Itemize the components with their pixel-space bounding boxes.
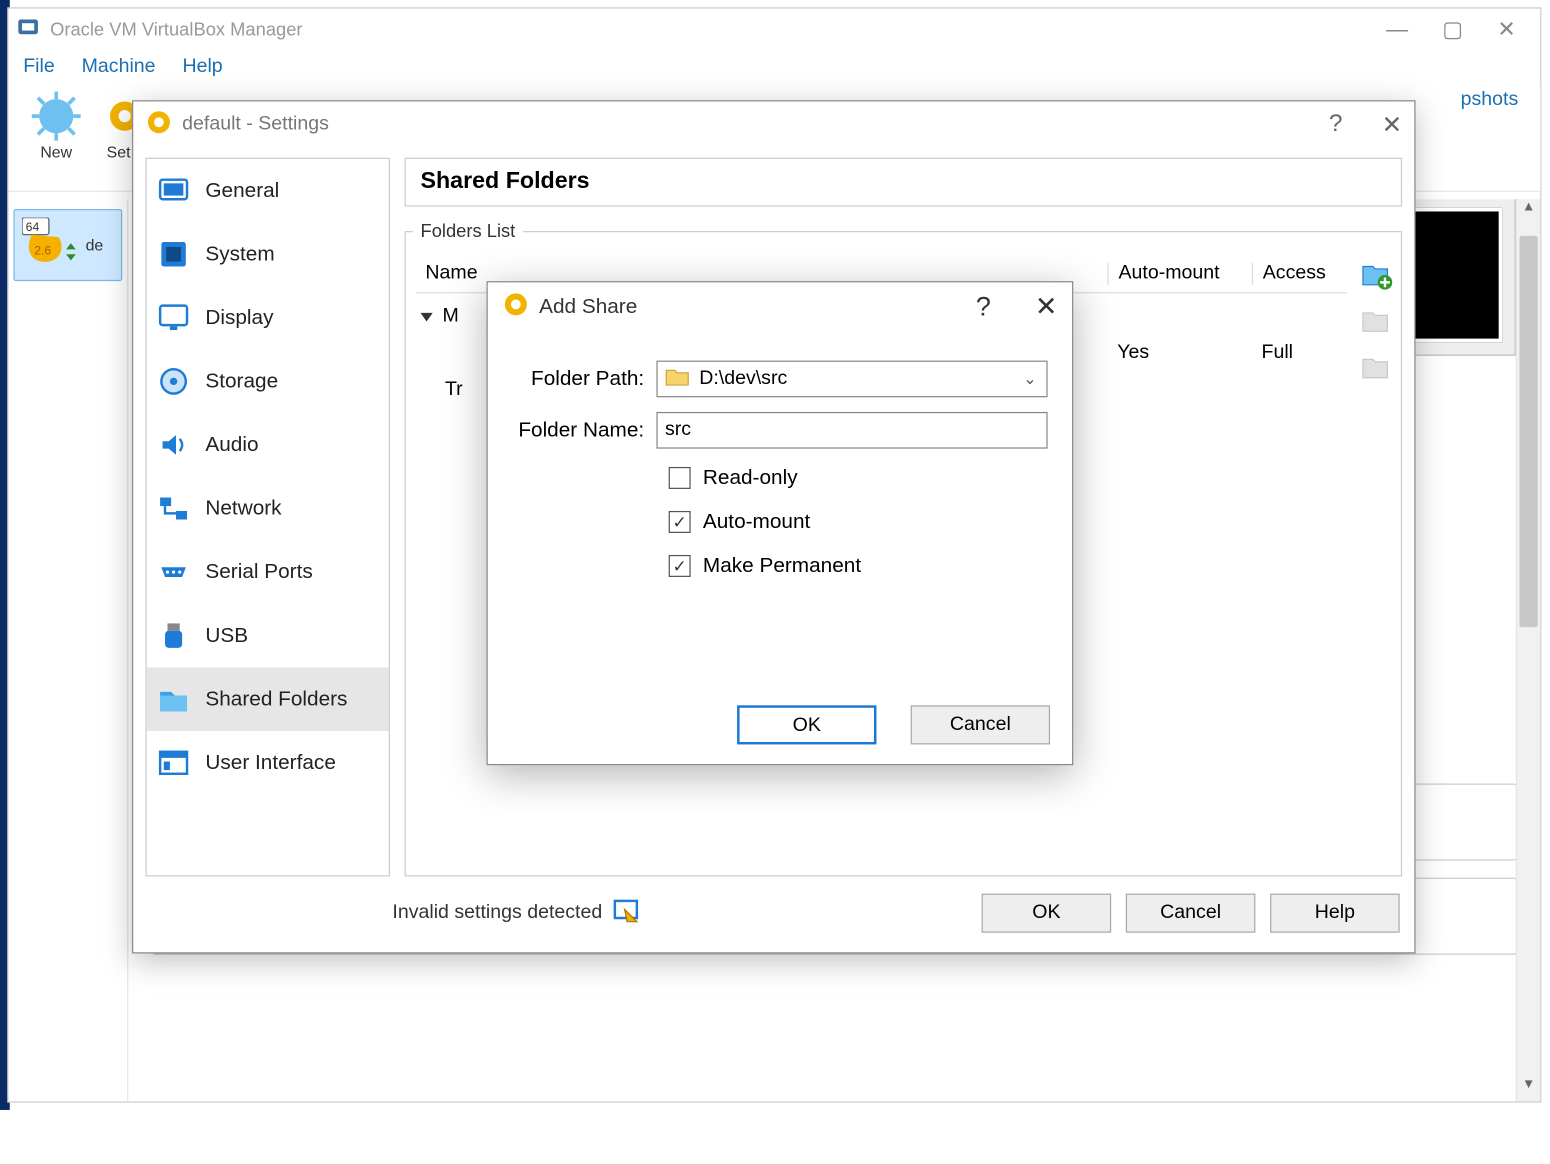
automount-label: Auto-mount bbox=[703, 510, 810, 534]
gear-icon bbox=[502, 290, 529, 323]
readonly-label: Read-only bbox=[703, 466, 798, 490]
automount-checkbox[interactable]: ✓ bbox=[669, 511, 691, 533]
warning-icon bbox=[612, 897, 639, 930]
col-automount[interactable]: Auto-mount bbox=[1107, 262, 1251, 284]
gear-icon bbox=[145, 108, 172, 141]
scrollbar[interactable]: ▲ ▼ bbox=[1516, 199, 1540, 1101]
sidebar-label-system: System bbox=[205, 242, 274, 266]
add-share-titlebar[interactable]: Add Share ? ✕ bbox=[488, 282, 1072, 331]
close-icon[interactable]: ✕ bbox=[1497, 17, 1515, 43]
app-icon bbox=[16, 15, 40, 44]
remove-share-button[interactable] bbox=[1359, 350, 1393, 384]
vm-os-icon: 64 2.6 bbox=[22, 218, 78, 273]
folder-path-label: Folder Path: bbox=[512, 367, 656, 391]
add-share-title: Add Share bbox=[539, 295, 976, 319]
sidebar-item-usb[interactable]: USB bbox=[147, 604, 389, 668]
sidebar-label-network: Network bbox=[205, 496, 281, 520]
vm-list: 64 2.6 de bbox=[9, 199, 129, 1101]
toolbar-snapshots-label: pshots bbox=[1461, 89, 1519, 111]
warning-text: Invalid settings detected bbox=[392, 902, 602, 924]
folder-name-input[interactable] bbox=[656, 412, 1047, 449]
vm-name-label: de bbox=[86, 236, 104, 254]
menu-file[interactable]: File bbox=[23, 56, 55, 78]
settings-footer: Invalid settings detected OK Cancel Help bbox=[148, 886, 1400, 940]
settings-titlebar[interactable]: default - Settings ? ✕ bbox=[133, 101, 1414, 147]
sidebar-item-serial[interactable]: Serial Ports bbox=[147, 540, 389, 604]
sidebar-item-network[interactable]: Network bbox=[147, 477, 389, 541]
sidebar-item-display[interactable]: Display bbox=[147, 286, 389, 350]
sidebar-label-audio: Audio bbox=[205, 433, 258, 457]
row-automount: Yes bbox=[1107, 342, 1251, 364]
folder-icon bbox=[665, 366, 689, 392]
toolbar-settings-label: Set bbox=[107, 143, 131, 161]
folders-list-legend: Folders List bbox=[413, 221, 522, 242]
scrollbar-thumb[interactable] bbox=[1519, 236, 1537, 627]
group-transient-label: Tr bbox=[445, 379, 463, 401]
readonly-checkbox[interactable] bbox=[669, 467, 691, 489]
readonly-row[interactable]: Read-only bbox=[512, 456, 1047, 500]
sidebar-label-serial: Serial Ports bbox=[205, 560, 312, 584]
main-window-title: Oracle VM VirtualBox Manager bbox=[50, 19, 1386, 40]
settings-ok-button[interactable]: OK bbox=[982, 894, 1112, 933]
sidebar-label-display: Display bbox=[205, 306, 273, 330]
toolbar-new-button[interactable]: New bbox=[18, 89, 94, 161]
sidebar-item-audio[interactable]: Audio bbox=[147, 413, 389, 477]
settings-cancel-button[interactable]: Cancel bbox=[1126, 894, 1256, 933]
permanent-label: Make Permanent bbox=[703, 554, 861, 578]
settings-sidebar: General System Display Storage Audio Net… bbox=[145, 158, 389, 877]
settings-page-title: Shared Folders bbox=[405, 158, 1402, 207]
sidebar-label-ui: User Interface bbox=[205, 751, 336, 775]
sidebar-item-ui[interactable]: User Interface bbox=[147, 731, 389, 795]
permanent-row[interactable]: ✓ Make Permanent bbox=[512, 544, 1047, 588]
sidebar-label-usb: USB bbox=[205, 623, 248, 647]
chevron-down-icon: ⌄ bbox=[1023, 369, 1036, 389]
menu-machine[interactable]: Machine bbox=[82, 56, 156, 78]
vm-list-item[interactable]: 64 2.6 de bbox=[13, 209, 122, 281]
add-share-button[interactable] bbox=[1359, 257, 1393, 291]
folder-path-combobox[interactable]: D:\dev\src ⌄ bbox=[656, 361, 1047, 398]
add-share-ok-button[interactable]: OK bbox=[737, 705, 876, 744]
chevron-down-icon bbox=[421, 312, 433, 321]
sidebar-label-storage: Storage bbox=[205, 369, 278, 393]
add-share-dialog: Add Share ? ✕ Folder Path: D:\dev\src ⌄ bbox=[487, 281, 1074, 765]
maximize-icon[interactable]: ▢ bbox=[1442, 17, 1463, 43]
toolbar-snapshots-link[interactable]: pshots bbox=[1461, 89, 1541, 111]
main-menu-bar: File Machine Help bbox=[9, 50, 1541, 84]
settings-title: default - Settings bbox=[182, 114, 1329, 136]
sidebar-item-general[interactable]: General bbox=[147, 159, 389, 223]
scroll-down-icon[interactable]: ▼ bbox=[1517, 1077, 1540, 1101]
row-access: Full bbox=[1252, 342, 1347, 364]
sidebar-label-general: General bbox=[205, 178, 279, 202]
add-share-help-icon[interactable]: ? bbox=[976, 291, 991, 323]
automount-row[interactable]: ✓ Auto-mount bbox=[512, 500, 1047, 544]
sidebar-item-storage[interactable]: Storage bbox=[147, 350, 389, 414]
col-access[interactable]: Access bbox=[1252, 262, 1347, 284]
sidebar-item-shared-folders[interactable]: Shared Folders bbox=[147, 667, 389, 731]
settings-close-icon[interactable]: ✕ bbox=[1382, 109, 1402, 140]
sidebar-label-shared-folders: Shared Folders bbox=[205, 687, 347, 711]
menu-help[interactable]: Help bbox=[182, 56, 222, 78]
folder-path-value: D:\dev\src bbox=[699, 368, 787, 390]
settings-help-button[interactable]: Help bbox=[1270, 894, 1400, 933]
svg-text:2.6: 2.6 bbox=[34, 243, 51, 257]
edit-share-button[interactable] bbox=[1359, 303, 1393, 337]
toolbar-new-label: New bbox=[40, 143, 72, 161]
scroll-up-icon[interactable]: ▲ bbox=[1517, 199, 1540, 223]
sidebar-item-system[interactable]: System bbox=[147, 222, 389, 286]
settings-help-icon[interactable]: ? bbox=[1329, 109, 1343, 140]
sun-icon bbox=[31, 89, 82, 143]
minimize-icon[interactable]: — bbox=[1386, 17, 1408, 43]
folder-name-label: Folder Name: bbox=[512, 418, 656, 442]
add-share-close-icon[interactable]: ✕ bbox=[1035, 291, 1058, 323]
group-machine-label: M bbox=[443, 306, 459, 328]
permanent-checkbox[interactable]: ✓ bbox=[669, 555, 691, 577]
svg-text:64: 64 bbox=[26, 220, 40, 234]
main-titlebar[interactable]: Oracle VM VirtualBox Manager — ▢ ✕ bbox=[9, 9, 1541, 51]
add-share-cancel-button[interactable]: Cancel bbox=[911, 705, 1050, 744]
